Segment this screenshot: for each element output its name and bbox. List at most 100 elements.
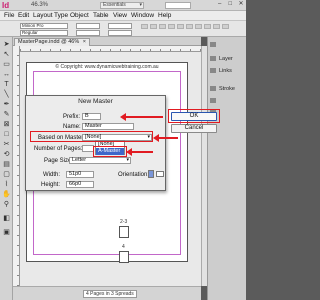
stroke-icon bbox=[210, 86, 216, 92]
width-field[interactable]: 51p0 bbox=[66, 171, 94, 178]
panel-menu-icon[interactable] bbox=[222, 24, 229, 29]
close-icon[interactable]: × bbox=[83, 39, 86, 45]
scissors-tool-icon[interactable]: ✂ bbox=[2, 141, 11, 149]
font-family-field[interactable]: Minion Pro bbox=[20, 23, 68, 29]
pencil-tool-icon[interactable]: ✎ bbox=[2, 111, 11, 119]
links-icon bbox=[210, 68, 216, 74]
portrait-orientation-icon[interactable] bbox=[148, 170, 154, 178]
landscape-orientation-icon[interactable] bbox=[156, 171, 164, 177]
based-on-master-highlight-box bbox=[30, 131, 153, 142]
height-field[interactable]: 66p0 bbox=[66, 181, 94, 188]
zoom-level[interactable]: 46.3% bbox=[31, 2, 48, 8]
zoom-tool-icon[interactable]: ⚲ bbox=[2, 201, 11, 209]
panel-item-pages[interactable] bbox=[210, 41, 246, 49]
columns-icon[interactable] bbox=[204, 24, 211, 29]
align-right-icon[interactable] bbox=[159, 24, 166, 29]
panel-item-layer[interactable]: Layer bbox=[210, 55, 246, 63]
direct-selection-tool-icon[interactable]: ↖ bbox=[2, 51, 11, 59]
maximize-button[interactable]: □ bbox=[226, 1, 234, 8]
panel-dock: Layer Links Stroke bbox=[207, 37, 246, 300]
vertical-ruler[interactable] bbox=[13, 46, 20, 286]
justify-icon[interactable] bbox=[168, 24, 175, 29]
orientation-label: Orientation: bbox=[118, 172, 150, 178]
baseline-icon[interactable] bbox=[213, 24, 220, 29]
application-bar: Id 46.3% Essentials ▾ – □ ✕ bbox=[0, 0, 246, 11]
ok-highlight-box bbox=[168, 109, 220, 123]
chevron-down-icon: ▾ bbox=[139, 2, 142, 8]
menu-edit[interactable]: Edit bbox=[18, 12, 29, 19]
leading-field[interactable] bbox=[76, 30, 100, 36]
kerning-field[interactable] bbox=[108, 30, 132, 36]
type-tool-icon[interactable]: T bbox=[2, 81, 11, 89]
search-field[interactable] bbox=[165, 2, 191, 9]
menu-bar: File Edit Layout Type Object Table View … bbox=[0, 11, 246, 21]
pages-icon bbox=[210, 42, 216, 48]
panel-item-stroke[interactable]: Stroke bbox=[210, 85, 246, 93]
menu-object[interactable]: Object bbox=[70, 12, 89, 19]
font-style-field[interactable]: Regular bbox=[20, 30, 68, 36]
color-icon bbox=[210, 98, 216, 104]
arrow-to-based-on bbox=[153, 134, 178, 142]
pen-tool-icon[interactable]: ✒ bbox=[2, 101, 11, 109]
menu-view[interactable]: View bbox=[113, 12, 127, 19]
page-size-select[interactable]: Letter ▾ bbox=[69, 157, 131, 164]
eyedropper-tool-icon[interactable]: ⌇ bbox=[2, 181, 11, 189]
hand-tool-icon[interactable]: ✋ bbox=[2, 191, 11, 199]
align-center-icon[interactable] bbox=[150, 24, 157, 29]
font-size-field[interactable] bbox=[76, 23, 100, 29]
spread-label: 2-3 bbox=[120, 219, 128, 225]
panel-item-label: Links bbox=[219, 68, 232, 74]
menu-window[interactable]: Window bbox=[131, 12, 154, 19]
dialog-title: New Master bbox=[78, 98, 113, 105]
note-tool-icon[interactable]: ▢ bbox=[2, 171, 11, 179]
rectangle-frame-tool-icon[interactable]: ⊠ bbox=[2, 121, 11, 129]
width-label: Width: bbox=[43, 172, 61, 178]
arrow-to-ok bbox=[120, 113, 163, 121]
fill-stroke-icon[interactable]: ◧ bbox=[2, 215, 11, 223]
bullets-icon[interactable] bbox=[186, 24, 193, 29]
menu-type[interactable]: Type bbox=[54, 12, 68, 19]
menu-help[interactable]: Help bbox=[158, 12, 171, 19]
chevron-down-icon: ▾ bbox=[126, 157, 129, 163]
name-label: Name: bbox=[63, 124, 81, 130]
page-tool-icon[interactable]: ▭ bbox=[2, 61, 11, 69]
page-thumbnail[interactable] bbox=[119, 251, 129, 263]
screen-mode-icon[interactable]: ▣ bbox=[2, 229, 11, 237]
prefix-field[interactable]: B bbox=[82, 113, 101, 120]
tracking-field[interactable] bbox=[108, 23, 132, 29]
panel-item-color[interactable] bbox=[210, 97, 246, 105]
page-thumbnail[interactable] bbox=[119, 226, 129, 238]
indent-icon[interactable] bbox=[177, 24, 184, 29]
copyright-text: © Copyright: www.dynamicwebtraining.com.… bbox=[55, 64, 159, 70]
layers-icon bbox=[210, 56, 216, 62]
menu-file[interactable]: File bbox=[4, 12, 14, 19]
menu-layout[interactable]: Layout bbox=[33, 12, 53, 19]
line-tool-icon[interactable]: ╲ bbox=[2, 91, 11, 99]
indesign-logo: Id bbox=[2, 1, 10, 10]
document-tab-bar: MasterPage.indd @ 46% × bbox=[13, 37, 201, 46]
name-field[interactable]: Master bbox=[82, 123, 134, 130]
spread-label: 4 bbox=[122, 244, 125, 250]
a-master-highlight-box bbox=[93, 146, 127, 157]
close-window-button[interactable]: ✕ bbox=[237, 1, 245, 8]
transform-tool-icon[interactable]: ⟲ bbox=[2, 151, 11, 159]
window-controls: – □ ✕ bbox=[215, 1, 245, 8]
control-panel: Minion Pro Regular bbox=[0, 21, 246, 37]
panel-item-label: Stroke bbox=[219, 86, 235, 92]
numbering-icon[interactable] bbox=[195, 24, 202, 29]
minimize-button[interactable]: – bbox=[216, 1, 224, 8]
paragraph-controls bbox=[140, 24, 244, 35]
selection-tool-icon[interactable]: ➤ bbox=[2, 41, 11, 49]
gradient-tool-icon[interactable]: ▤ bbox=[2, 161, 11, 169]
menu-table[interactable]: Table bbox=[93, 12, 109, 19]
align-left-icon[interactable] bbox=[141, 24, 148, 29]
rectangle-tool-icon[interactable]: □ bbox=[2, 131, 11, 139]
workspace-switcher[interactable]: Essentials ▾ bbox=[100, 2, 144, 9]
workspace-label: Essentials bbox=[103, 2, 126, 8]
prefix-label: Prefix: bbox=[63, 114, 81, 120]
page-count-status[interactable]: 4 Pages in 3 Spreads bbox=[83, 290, 137, 298]
cancel-button[interactable]: Cancel bbox=[171, 124, 217, 133]
gap-tool-icon[interactable]: ↔ bbox=[2, 71, 11, 79]
document-tab[interactable]: MasterPage.indd @ 46% × bbox=[14, 38, 90, 46]
panel-item-links[interactable]: Links bbox=[210, 67, 246, 75]
